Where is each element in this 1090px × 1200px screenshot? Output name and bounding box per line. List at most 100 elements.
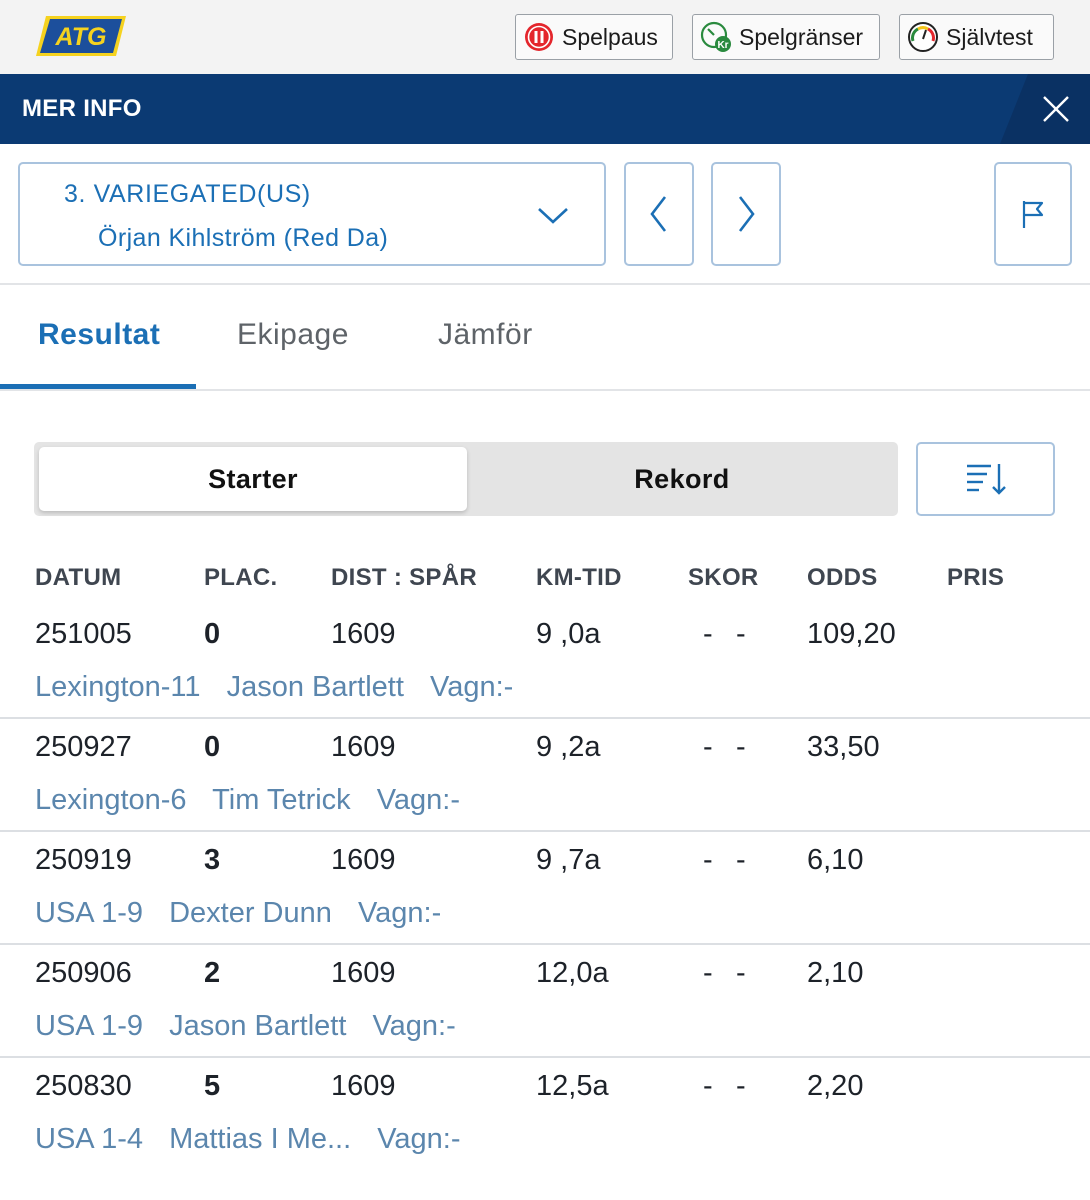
cell-skor-front: - xyxy=(703,844,713,876)
segment-starter[interactable]: Starter xyxy=(39,447,467,511)
cell-skor-back: - xyxy=(736,731,746,763)
table-row[interactable]: 250906 2 1609 12,0a - - 2,10 USA 1-9 Jas… xyxy=(0,955,1090,1068)
header-title: MER INFO xyxy=(22,95,142,122)
cell-plac: 2 xyxy=(204,957,221,989)
header-km-tid: KM-TID xyxy=(536,564,622,591)
race-driver: Jason Bartlett xyxy=(226,671,404,703)
spelpaus-button[interactable]: Spelpaus xyxy=(515,14,673,60)
segment-rekord[interactable]: Rekord xyxy=(468,447,896,511)
top-bar: ATG Spelpaus Kr Spelgränser Självtest xyxy=(0,0,1090,74)
race-track: USA 1-9 xyxy=(35,897,143,929)
cell-odds: 6,10 xyxy=(807,844,864,876)
chevron-left-icon xyxy=(650,196,667,232)
row-divider xyxy=(0,1056,1090,1058)
cell-plac: 0 xyxy=(204,731,221,763)
cell-skor-front: - xyxy=(703,957,713,989)
horse-name: 3. VARIEGATED(US) xyxy=(64,180,311,208)
pause-icon xyxy=(522,20,556,54)
header-dist-spar: DIST : SPÅR xyxy=(331,564,477,591)
chevron-down-icon xyxy=(538,208,568,224)
flag-icon xyxy=(1022,201,1044,228)
header-plac: PLAC. xyxy=(204,564,278,591)
cell-skor-front: - xyxy=(703,731,713,763)
spelpaus-label: Spelpaus xyxy=(562,23,658,50)
cell-plac: 5 xyxy=(204,1070,221,1102)
sort-icon xyxy=(966,464,1006,495)
next-horse-button[interactable] xyxy=(711,162,781,266)
cell-datum: 250906 xyxy=(35,957,132,989)
flag-button[interactable] xyxy=(994,162,1072,266)
race-track: Lexington-11 xyxy=(35,671,201,703)
cell-skor-back: - xyxy=(736,618,746,650)
gauge-icon xyxy=(906,20,940,54)
header-datum: DATUM xyxy=(35,564,122,591)
spelgranser-button[interactable]: Kr Spelgränser xyxy=(692,14,880,60)
table-row[interactable]: 250830 5 1609 12,5a - - 2,20 USA 1-4 Mat… xyxy=(0,1068,1090,1181)
cell-skor-back: - xyxy=(736,844,746,876)
row-divider xyxy=(0,830,1090,832)
atg-logo[interactable]: ATG xyxy=(36,16,126,56)
divider xyxy=(0,283,1090,285)
previous-horse-button[interactable] xyxy=(624,162,694,266)
race-details: Lexington-6 Tim Tetrick Vagn:- xyxy=(35,784,478,817)
race-driver: Mattias I Me... xyxy=(169,1123,352,1155)
race-driver: Tim Tetrick xyxy=(212,784,351,816)
race-track: USA 1-9 xyxy=(35,1010,143,1042)
cell-km-tid: 12,5a xyxy=(536,1070,609,1102)
cell-km-tid: 9 ,7a xyxy=(536,844,601,876)
race-vagn: Vagn:- xyxy=(376,784,461,816)
row-divider xyxy=(0,943,1090,945)
race-details: Lexington-11 Jason Bartlett Vagn:- xyxy=(35,671,531,704)
race-details: USA 1-9 Dexter Dunn Vagn:- xyxy=(35,897,459,930)
cell-datum: 250927 xyxy=(35,731,132,763)
race-vagn: Vagn:- xyxy=(372,1010,456,1042)
race-driver: Jason Bartlett xyxy=(169,1010,347,1042)
cell-dist: 1609 xyxy=(331,844,396,876)
cell-dist: 1609 xyxy=(331,618,396,650)
race-track: USA 1-4 xyxy=(35,1123,143,1155)
mer-info-header: MER INFO xyxy=(0,74,1090,144)
spending-limit-icon: Kr xyxy=(699,20,733,54)
race-vagn: Vagn:- xyxy=(430,671,514,703)
table-row[interactable]: 250927 0 1609 9 ,2a - - 33,50 Lexington-… xyxy=(0,729,1090,842)
cell-odds: 109,20 xyxy=(807,618,896,650)
cell-skor-front: - xyxy=(703,1070,713,1102)
cell-odds: 2,10 xyxy=(807,957,864,989)
starter-rekord-toggle: Starter Rekord xyxy=(34,442,898,516)
table-row[interactable]: 251005 0 1609 9 ,0a - - 109,20 Lexington… xyxy=(0,616,1090,729)
svg-text:ATG: ATG xyxy=(55,23,107,51)
race-details: USA 1-9 Jason Bartlett Vagn:- xyxy=(35,1010,474,1043)
tabs-divider xyxy=(0,389,1090,391)
tab-ekipage[interactable]: Ekipage xyxy=(237,318,349,352)
cell-skor-front: - xyxy=(703,618,713,650)
chevron-right-icon xyxy=(738,196,755,232)
cell-dist: 1609 xyxy=(331,957,396,989)
cell-plac: 3 xyxy=(204,844,221,876)
cell-km-tid: 9 ,0a xyxy=(536,618,601,650)
cell-datum: 250919 xyxy=(35,844,132,876)
close-icon xyxy=(1043,96,1069,122)
table-row[interactable]: 250919 3 1609 9 ,7a - - 6,10 USA 1-9 Dex… xyxy=(0,842,1090,955)
cell-datum: 251005 xyxy=(35,618,132,650)
row-divider xyxy=(0,717,1090,719)
close-button[interactable] xyxy=(1000,74,1090,144)
header-pris: PRIS xyxy=(947,564,1005,591)
sjalvtest-label: Självtest xyxy=(946,23,1033,50)
cell-datum: 250830 xyxy=(35,1070,132,1102)
tab-resultat[interactable]: Resultat xyxy=(38,318,160,352)
sort-button[interactable] xyxy=(916,442,1055,516)
horse-selector-dropdown[interactable]: 3. VARIEGATED(US) Örjan Kihlström (Red D… xyxy=(18,162,606,266)
race-vagn: Vagn:- xyxy=(377,1123,461,1155)
atg-logo-icon: ATG xyxy=(36,16,126,56)
header-skor: SKOR xyxy=(688,564,759,591)
tab-jamfor[interactable]: Jämför xyxy=(438,318,533,352)
cell-plac: 0 xyxy=(204,618,221,650)
cell-skor-back: - xyxy=(736,957,746,989)
cell-km-tid: 12,0a xyxy=(536,957,609,989)
header-odds: ODDS xyxy=(807,564,878,591)
race-track: Lexington-6 xyxy=(35,784,187,816)
cell-odds: 33,50 xyxy=(807,731,880,763)
sjalvtest-button[interactable]: Självtest xyxy=(899,14,1054,60)
cell-skor-back: - xyxy=(736,1070,746,1102)
cell-dist: 1609 xyxy=(331,1070,396,1102)
